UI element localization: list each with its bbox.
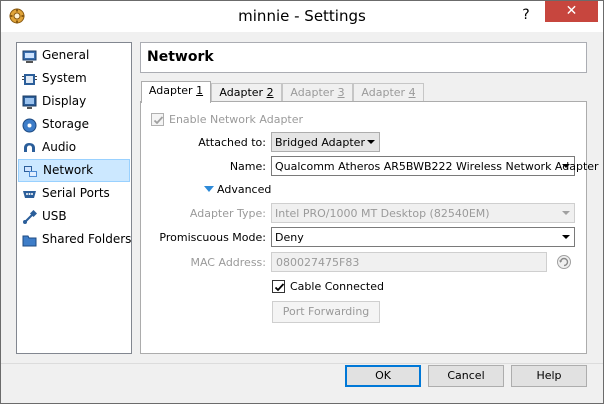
attached-to-label: Attached to: — [198, 136, 266, 149]
adapter-type-value: Intel PRO/1000 MT Desktop (82540EM) — [275, 207, 490, 220]
usb-icon — [22, 209, 38, 225]
sidebar-item-storage[interactable]: Storage — [18, 114, 130, 137]
checkmark-icon — [153, 116, 164, 125]
settings-window: minnie - Settings ? ✕ General System Dis… — [0, 0, 604, 404]
cable-connected-label: Cable Connected — [290, 280, 384, 293]
name-label: Name: — [229, 160, 266, 173]
sidebar-item-label: Display — [42, 94, 87, 108]
display-icon — [22, 95, 37, 110]
mac-address-label: MAC Address: — [190, 256, 266, 269]
sidebar-item-general[interactable]: General — [18, 45, 130, 68]
network-icon — [23, 164, 38, 179]
promiscuous-mode-label: Promiscuous Mode: — [159, 231, 266, 244]
promiscuous-mode-select[interactable]: Deny — [271, 227, 575, 247]
page-title: Network — [147, 49, 214, 65]
adapter-name-value: Qualcomm Atheros AR5BWB222 Wireless Netw… — [275, 160, 599, 173]
settings-sidebar: General System Display Storage Audio Net… — [16, 42, 132, 354]
cable-connected-checkbox[interactable] — [272, 280, 285, 293]
tab-adapter-2[interactable]: Adapter 2 — [211, 83, 282, 102]
tab-label-key: 3 — [337, 86, 345, 99]
adapter-name-select[interactable]: Qualcomm Atheros AR5BWB222 Wireless Netw… — [271, 156, 599, 176]
sidebar-item-label: Serial Ports — [42, 186, 110, 200]
chevron-down-icon — [562, 211, 570, 215]
tab-label-prefix: Adapter — [361, 86, 409, 99]
enable-adapter-checkbox[interactable] — [151, 113, 164, 126]
chevron-down-icon — [562, 164, 570, 168]
expand-triangle-icon[interactable] — [204, 186, 214, 192]
system-icon — [22, 72, 37, 87]
sidebar-item-audio[interactable]: Audio — [18, 137, 130, 160]
sidebar-item-shared-folders[interactable]: Shared Folders — [18, 229, 132, 252]
adapter-panel: Enable Network Adapter Attached to: Brid… — [140, 101, 599, 354]
checkmark-icon — [274, 283, 285, 292]
advanced-toggle[interactable]: Advanced — [217, 183, 271, 196]
chevron-down-icon — [562, 235, 570, 239]
refresh-mac-icon[interactable] — [556, 254, 572, 270]
ok-button[interactable]: OK — [345, 365, 421, 387]
port-forwarding-button[interactable]: Port Forwarding — [272, 301, 380, 323]
page-header: Network — [140, 42, 587, 73]
adapter-type-label: Adapter Type: — [189, 207, 266, 220]
title-help-button[interactable]: ? — [513, 4, 539, 26]
promiscuous-mode-value: Deny — [275, 231, 304, 244]
sidebar-item-usb[interactable]: USB — [18, 206, 130, 229]
sidebar-item-serial-ports[interactable]: Serial Ports — [18, 183, 130, 206]
sidebar-item-label: USB — [42, 209, 67, 223]
footer-divider — [1, 363, 603, 364]
chevron-down-icon — [367, 140, 375, 144]
enable-adapter-label: Enable Network Adapter — [169, 113, 304, 126]
mac-address-value: 080027475F83 — [276, 256, 360, 269]
shared-folders-icon — [22, 233, 37, 248]
tab-label-prefix: Adapter — [290, 86, 338, 99]
sidebar-item-label: Shared Folders — [42, 232, 132, 246]
serial-ports-icon — [22, 187, 37, 202]
tab-label-key: 2 — [266, 86, 274, 99]
sidebar-item-label: Network — [43, 163, 94, 177]
sidebar-item-display[interactable]: Display — [18, 91, 130, 114]
storage-icon — [22, 118, 37, 133]
close-icon: ✕ — [565, 3, 578, 19]
tab-adapter-3[interactable]: Adapter 3 — [282, 83, 353, 102]
tab-adapter-4[interactable]: Adapter 4 — [353, 83, 424, 102]
title-bar: minnie - Settings ? ✕ — [1, 1, 603, 32]
mac-address-field[interactable]: 080027475F83 — [271, 252, 547, 272]
attached-to-value: Bridged Adapter — [275, 136, 365, 149]
sidebar-item-system[interactable]: System — [18, 68, 130, 91]
sidebar-item-label: Audio — [42, 140, 77, 154]
sidebar-item-label: Storage — [42, 117, 89, 131]
general-icon — [22, 49, 37, 64]
attached-to-select[interactable]: Bridged Adapter — [271, 132, 380, 152]
close-button[interactable]: ✕ — [545, 1, 598, 22]
tab-label-prefix: Adapter — [148, 84, 197, 97]
adapter-type-select[interactable]: Intel PRO/1000 MT Desktop (82540EM) — [271, 203, 575, 223]
sidebar-item-label: General — [42, 48, 90, 62]
help-button[interactable]: Help — [511, 365, 587, 387]
audio-icon — [22, 141, 37, 156]
cancel-button[interactable]: Cancel — [428, 365, 504, 387]
tab-label-key: 4 — [408, 86, 416, 99]
sidebar-item-network[interactable]: Network — [18, 159, 130, 182]
tab-label-key: 1 — [196, 84, 204, 97]
tab-adapter-1[interactable]: Adapter 1 — [141, 81, 211, 103]
tab-label-prefix: Adapter — [219, 86, 267, 99]
sidebar-item-label: System — [42, 71, 87, 85]
